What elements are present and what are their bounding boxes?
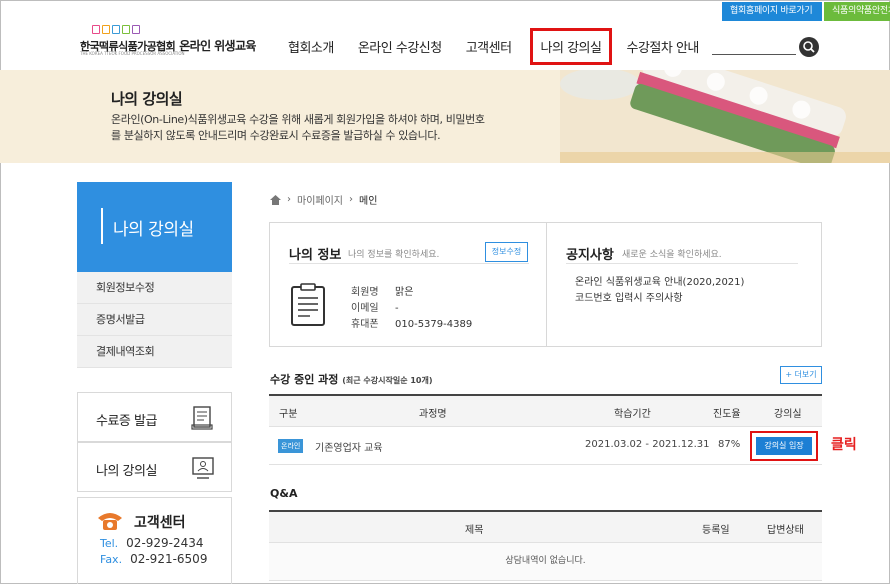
click-annotation-enter: 클릭 — [831, 437, 857, 453]
col-progress: 진도율 — [713, 409, 741, 420]
my-info-rows: 회원명 맑은 이메일 - 휴대폰 010-5379-4389 — [351, 285, 472, 333]
customer-center-title: 고객센터 — [134, 515, 186, 531]
sidebar-header: 나의 강의실 — [77, 182, 232, 272]
fax-row: Fax. 02-921-6509 — [100, 552, 207, 566]
certificate-quick-label: 수료증 발급 — [96, 414, 157, 429]
qna-empty-row: 상담내역이 없습니다. — [269, 543, 822, 581]
info-row-phone: 휴대폰 010-5379-4389 — [351, 317, 472, 333]
notice-item[interactable]: 코드번호 입력시 주의사항 — [575, 291, 744, 307]
sidebar-item-profile-edit[interactable]: 회원정보수정 — [77, 272, 232, 304]
fax-number: 02-921-6509 — [130, 552, 208, 566]
enter-classroom-button[interactable]: 강의실 입장 — [756, 437, 812, 455]
sidebar-item-payments[interactable]: 결제내역조회 — [77, 336, 232, 368]
online-badge: 온라인 — [278, 439, 304, 453]
sidebar-menu: 회원정보수정 증명서발급 결제내역조회 — [77, 272, 232, 368]
col-period: 학습기간 — [614, 409, 651, 420]
tel-number: 02-929-2434 — [126, 536, 204, 550]
search-icon — [803, 41, 815, 53]
quick-links: 협회홈페이지 바로가기 > 식품의약품안전처 바로가기 > — [722, 2, 890, 35]
logo[interactable]: 한국떡류식품가공협회 온라인 위생교육 THE KOREA TTEOK FOOD … — [80, 25, 260, 57]
sidebar-accent-bar — [101, 208, 103, 244]
certificate-quick-button[interactable]: 수료증 발급 — [77, 392, 232, 442]
nav-my-classroom[interactable]: 나의 강의실 — [529, 28, 613, 65]
breadcrumb-mypage[interactable]: 마이페이지 — [297, 192, 343, 207]
col-date: 등록일 — [702, 525, 730, 536]
home-icon[interactable] — [270, 194, 281, 205]
course-period: 2021.03.02 - 2021.12.31 — [585, 439, 710, 450]
info-key: 회원명 — [351, 287, 379, 298]
nav-apply[interactable]: 온라인 수강신청 — [348, 28, 452, 65]
qna-table: 제목 등록일 답변상태 상담내역이 없습니다. — [269, 510, 822, 581]
sidebar-item-certificates[interactable]: 증명서발급 — [77, 304, 232, 336]
my-info-title: 나의 정보 — [289, 248, 342, 263]
more-button[interactable]: + 더보기 — [780, 366, 822, 384]
monitor-user-icon — [192, 457, 214, 479]
col-classroom: 강의실 — [774, 409, 802, 420]
notice-list: 온라인 식품위생교육 안내(2020,2021) 코드번호 입력시 주의사항 — [575, 275, 744, 307]
sidebar-title: 나의 강의실 — [113, 220, 194, 240]
classroom-quick-label: 나의 강의실 — [96, 464, 157, 479]
my-info-divider — [289, 263, 529, 264]
col-title: 제목 — [465, 525, 484, 536]
courses-subtitle: (최근 수강시작일순 10개) — [342, 376, 433, 385]
logo-service: 온라인 위생교육 — [179, 39, 256, 53]
courses-table: 구분 과정명 학습기간 진도율 강의실 온라인 기존영업자 교육 2021.03… — [269, 394, 822, 465]
course-progress: 87% — [718, 439, 741, 450]
breadcrumb-current: 메인 — [359, 196, 378, 207]
courses-header-row: 구분 과정명 학습기간 진도율 강의실 — [269, 396, 822, 427]
notice-title: 공지사항 — [566, 248, 614, 263]
main-nav: 협회소개 온라인 수강신청 고객센터 나의 강의실 수강절차 안내 — [278, 28, 713, 65]
qna-empty-message: 상담내역이 없습니다. — [505, 556, 586, 566]
logo-mark-icon — [92, 25, 260, 34]
table-row: 온라인 기존영업자 교육 2021.03.02 - 2021.12.31 87%… — [269, 427, 822, 465]
nav-procedure[interactable]: 수강절차 안내 — [616, 28, 708, 65]
qna-title: Q&A — [270, 487, 298, 500]
my-info-subtitle: 나의 정보를 확인하세요. — [348, 250, 440, 260]
notice-divider — [566, 263, 798, 264]
info-key: 휴대폰 — [351, 319, 379, 330]
info-key: 이메일 — [351, 303, 379, 314]
association-home-link[interactable]: 협회홈페이지 바로가기 > — [722, 2, 822, 35]
nav-support[interactable]: 고객센터 — [456, 28, 522, 65]
qna-header-row: 제목 등록일 답변상태 — [269, 512, 822, 543]
breadcrumb-sep-icon: › — [287, 194, 291, 205]
info-value: - — [395, 303, 399, 314]
phone-icon — [98, 513, 122, 530]
logo-eng: THE KOREA TTEOK FOOD PROCESSOR ASSOCIATI… — [80, 51, 185, 56]
breadcrumb-sep-icon: › — [349, 194, 353, 205]
fax-label: Fax. — [100, 553, 123, 566]
customer-center: 고객센터 Tel. 02-929-2434 Fax. 02-921-6509 — [77, 497, 232, 584]
info-row-email: 이메일 - — [351, 301, 472, 317]
document-icon — [291, 283, 325, 326]
search-box — [712, 37, 822, 57]
mfds-link[interactable]: 식품의약품안전처 바로가기 > — [824, 2, 890, 35]
notice-subtitle: 새로운 소식을 확인하세요. — [622, 250, 722, 260]
courses-title-text: 수강 중인 과정 — [270, 373, 339, 386]
breadcrumb: › 마이페이지 › 메인 — [270, 192, 377, 207]
info-panel: 나의 정보 나의 정보를 확인하세요. 정보수정 회원명 맑은 이메일 - 휴대폰 0… — [269, 222, 822, 347]
panel-divider — [546, 223, 547, 346]
col-status: 답변상태 — [767, 525, 804, 536]
page-banner: 나의 강의실 온라인(On-Line)식품위생교육 수강을 위해 새롭게 회원가… — [0, 70, 890, 163]
enter-highlight: 강의실 입장 — [750, 431, 818, 461]
course-name: 기존영업자 교육 — [315, 443, 383, 454]
rice-cake-image — [560, 70, 890, 163]
courses-title: 수강 중인 과정 (최근 수강시작일순 10개) — [270, 371, 433, 387]
nav-about[interactable]: 협회소개 — [278, 28, 344, 65]
notice-item[interactable]: 온라인 식품위생교육 안내(2020,2021) — [575, 275, 744, 291]
search-input[interactable] — [712, 54, 796, 55]
edit-info-button[interactable]: 정보수정 — [485, 242, 528, 262]
info-row-name: 회원명 맑은 — [351, 285, 472, 301]
col-course: 과정명 — [419, 409, 447, 420]
tel-row: Tel. 02-929-2434 — [100, 536, 204, 550]
col-type: 구분 — [279, 409, 298, 420]
tel-label: Tel. — [100, 537, 119, 550]
certificate-icon — [191, 406, 213, 430]
banner-desc: 온라인(On-Line)식품위생교육 수강을 위해 새롭게 회원가입을 하셔야 … — [111, 113, 485, 142]
info-value: 010-5379-4389 — [395, 319, 473, 330]
search-button[interactable] — [799, 37, 819, 57]
info-value: 맑은 — [395, 287, 414, 298]
banner-title: 나의 강의실 — [111, 90, 183, 108]
classroom-quick-button[interactable]: 나의 강의실 — [77, 442, 232, 492]
